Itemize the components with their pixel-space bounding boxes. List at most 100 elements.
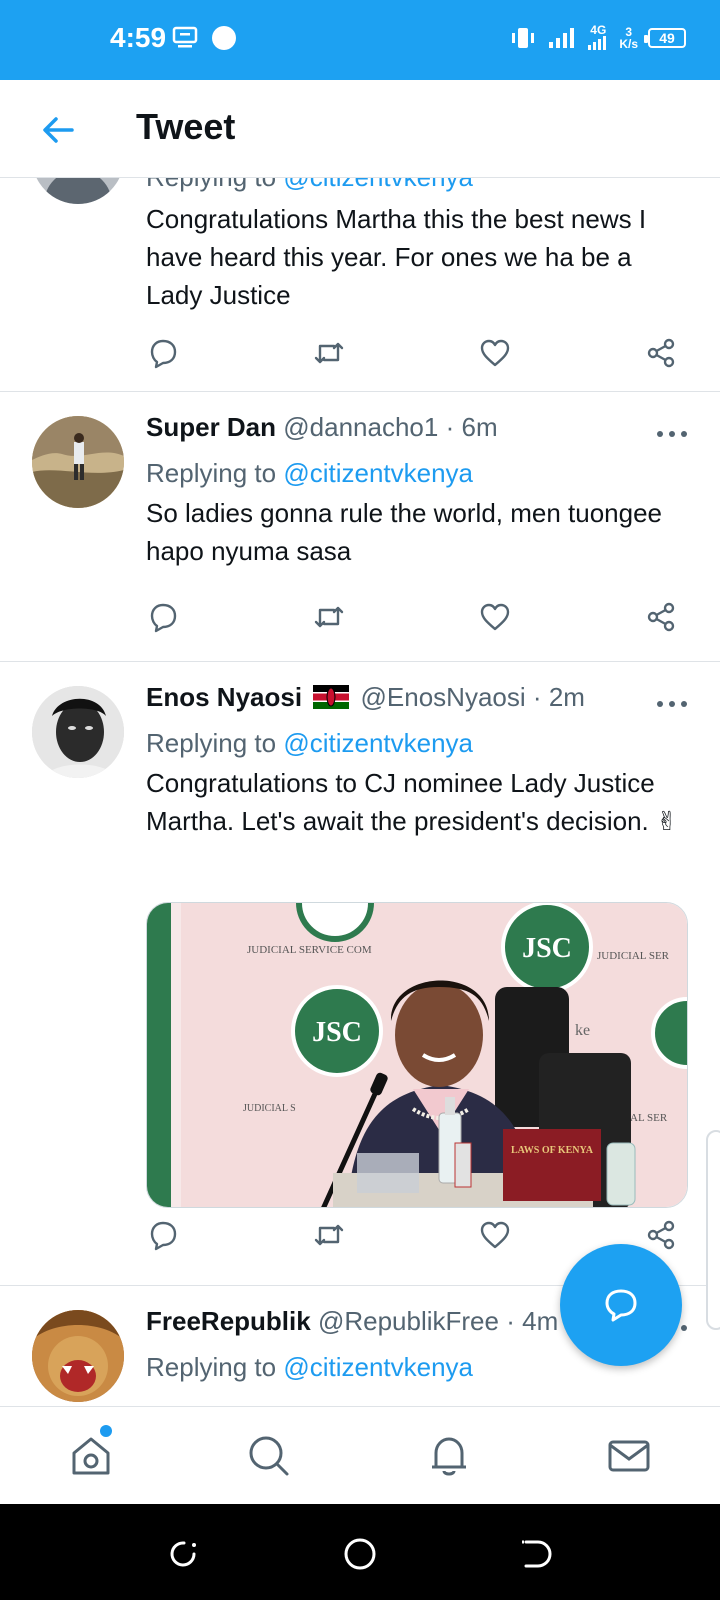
status-left-icons — [172, 24, 238, 52]
retweet-button[interactable] — [312, 336, 350, 374]
photo-image: JSC JSC JUDICIAL SERVICE COM JUDICIAL SE… — [147, 903, 687, 1207]
reply-icon — [150, 603, 177, 633]
like-button[interactable] — [478, 600, 516, 638]
avatar[interactable] — [32, 1310, 124, 1402]
reply-icon — [150, 1221, 177, 1251]
signal-icon — [549, 28, 575, 48]
banner-text: JUDICIAL S — [243, 1103, 296, 1114]
compose-reply-icon — [605, 1289, 637, 1322]
banner-text: ke — [575, 1022, 590, 1039]
share-icon — [647, 602, 675, 632]
arrow-left-icon — [43, 117, 74, 143]
avatar[interactable] — [32, 686, 124, 778]
reply-icon — [150, 339, 177, 369]
tweet-text: So ladies gonna rule the world, men tuon… — [146, 498, 663, 566]
reply-feed[interactable]: Replying to @citizentvkenya Congratulati… — [0, 178, 720, 1406]
status-circle-icon — [212, 26, 236, 50]
like-button[interactable] — [478, 336, 516, 374]
bottom-navigation — [0, 1406, 720, 1504]
nav-messages[interactable] — [604, 1431, 654, 1481]
tweet-time: 4m — [522, 1306, 559, 1336]
more-options-button[interactable] — [654, 694, 690, 714]
seal-text-right: JSC — [522, 933, 572, 964]
net-speed-unit: K/s — [619, 37, 638, 51]
tweet-text: Congratulations to CJ nominee Lady Justi… — [146, 768, 678, 836]
net-speed: 3 K/s — [619, 26, 638, 50]
user-handle[interactable]: @RepublikFree — [318, 1306, 499, 1336]
share-button[interactable] — [644, 336, 682, 374]
replying-to-handle[interactable]: @citizentvkenya — [283, 728, 473, 758]
avatar[interactable] — [32, 178, 124, 204]
seal-text-left: JSC — [312, 1017, 362, 1048]
replying-to-label: Replying to — [146, 728, 277, 758]
compose-reply-button[interactable] — [560, 1244, 682, 1366]
replying-to-label: Replying to — [146, 1352, 277, 1382]
display-name[interactable]: Super Dan — [146, 412, 276, 442]
nav-home[interactable] — [66, 1431, 116, 1481]
more-options-button[interactable] — [654, 424, 690, 444]
banner-text: JUDICIAL SERVICE COM — [247, 944, 372, 956]
search-icon — [249, 1436, 289, 1476]
tweet-time: 2m — [548, 682, 585, 712]
tweet-header: Enos Nyaosi @EnosNyaosi · 2m — [146, 682, 585, 713]
user-handle[interactable]: @EnosNyaosi — [361, 682, 526, 712]
replying-to-handle[interactable]: @citizentvkenya — [283, 458, 473, 488]
share-button[interactable] — [644, 600, 682, 638]
more-icon — [657, 701, 687, 707]
separator-dot: · — [445, 412, 455, 442]
share-icon — [647, 1220, 675, 1250]
nav-notifications[interactable] — [424, 1431, 474, 1481]
tweet-time: 6m — [461, 412, 498, 442]
tweet-header: FreeRepublik @RepublikFree · 4m — [146, 1306, 558, 1337]
edge-panel-handle[interactable] — [706, 1130, 720, 1330]
home-icon — [72, 1437, 110, 1475]
replying-to-label: Replying to — [146, 458, 277, 488]
replying-to-handle[interactable]: @citizentvkenya — [283, 178, 473, 192]
tweet-media-photo[interactable]: JSC JSC JUDICIAL SERVICE COM JUDICIAL SE… — [146, 902, 688, 1208]
user-handle[interactable]: @dannacho1 — [283, 412, 438, 442]
vibrate-icon — [512, 28, 535, 48]
status-right-icons: 4G 3 K/s 49 — [509, 24, 686, 52]
replying-to: Replying to @citizentvkenya — [146, 1352, 473, 1383]
reply-button[interactable] — [146, 336, 184, 374]
replying-to: Replying to @citizentvkenya — [146, 728, 473, 759]
banner-text: JUDICIAL SER — [597, 950, 670, 962]
network-type-label: 4G — [590, 23, 607, 37]
book-title: LAWS OF KENYA — [511, 1145, 594, 1156]
retweet-icon — [314, 606, 344, 628]
tweet-actions — [146, 600, 692, 640]
back-button[interactable] — [38, 110, 78, 150]
back-system-button[interactable] — [516, 1534, 556, 1574]
tweet-card[interactable]: Enos Nyaosi @EnosNyaosi · 2m Replying to… — [0, 662, 720, 1286]
replying-to-handle[interactable]: @citizentvkenya — [283, 1352, 473, 1382]
back-system-icon — [522, 1540, 552, 1568]
display-name[interactable]: FreeRepublik — [146, 1306, 311, 1336]
nav-search[interactable] — [244, 1431, 294, 1481]
avatar[interactable] — [32, 416, 124, 508]
retweet-button[interactable] — [312, 600, 350, 638]
tweet-text: Congratulations Martha this the best new… — [146, 204, 647, 310]
home-circle-icon — [344, 1538, 376, 1570]
retweet-icon — [314, 1224, 344, 1246]
tweet-card[interactable]: Super Dan @dannacho1 · 6m Replying to @c… — [0, 392, 720, 662]
tweet-card[interactable]: Replying to @citizentvkenya Congratulati… — [0, 178, 720, 392]
home-system-button[interactable] — [340, 1534, 380, 1574]
more-icon — [657, 431, 687, 437]
separator-dot: · — [532, 682, 542, 712]
replying-to-label: Replying to — [146, 178, 276, 192]
like-button[interactable] — [478, 1218, 516, 1256]
separator-dot: · — [506, 1306, 515, 1336]
recents-button[interactable] — [164, 1534, 204, 1574]
notification-tray-icon — [172, 26, 198, 48]
retweet-button[interactable] — [312, 1218, 350, 1256]
replying-to: Replying to @citizentvkenya — [146, 178, 473, 193]
tweet-actions — [146, 336, 692, 376]
top-app-bar: Tweet — [0, 80, 720, 178]
reply-button[interactable] — [146, 1218, 184, 1256]
like-icon — [480, 339, 510, 367]
status-bar: 4:59 4G 3 K/s 49 — [0, 0, 720, 80]
display-name[interactable]: Enos Nyaosi — [146, 682, 302, 712]
battery-indicator: 49 — [644, 28, 686, 48]
reply-button[interactable] — [146, 600, 184, 638]
like-icon — [480, 603, 510, 631]
